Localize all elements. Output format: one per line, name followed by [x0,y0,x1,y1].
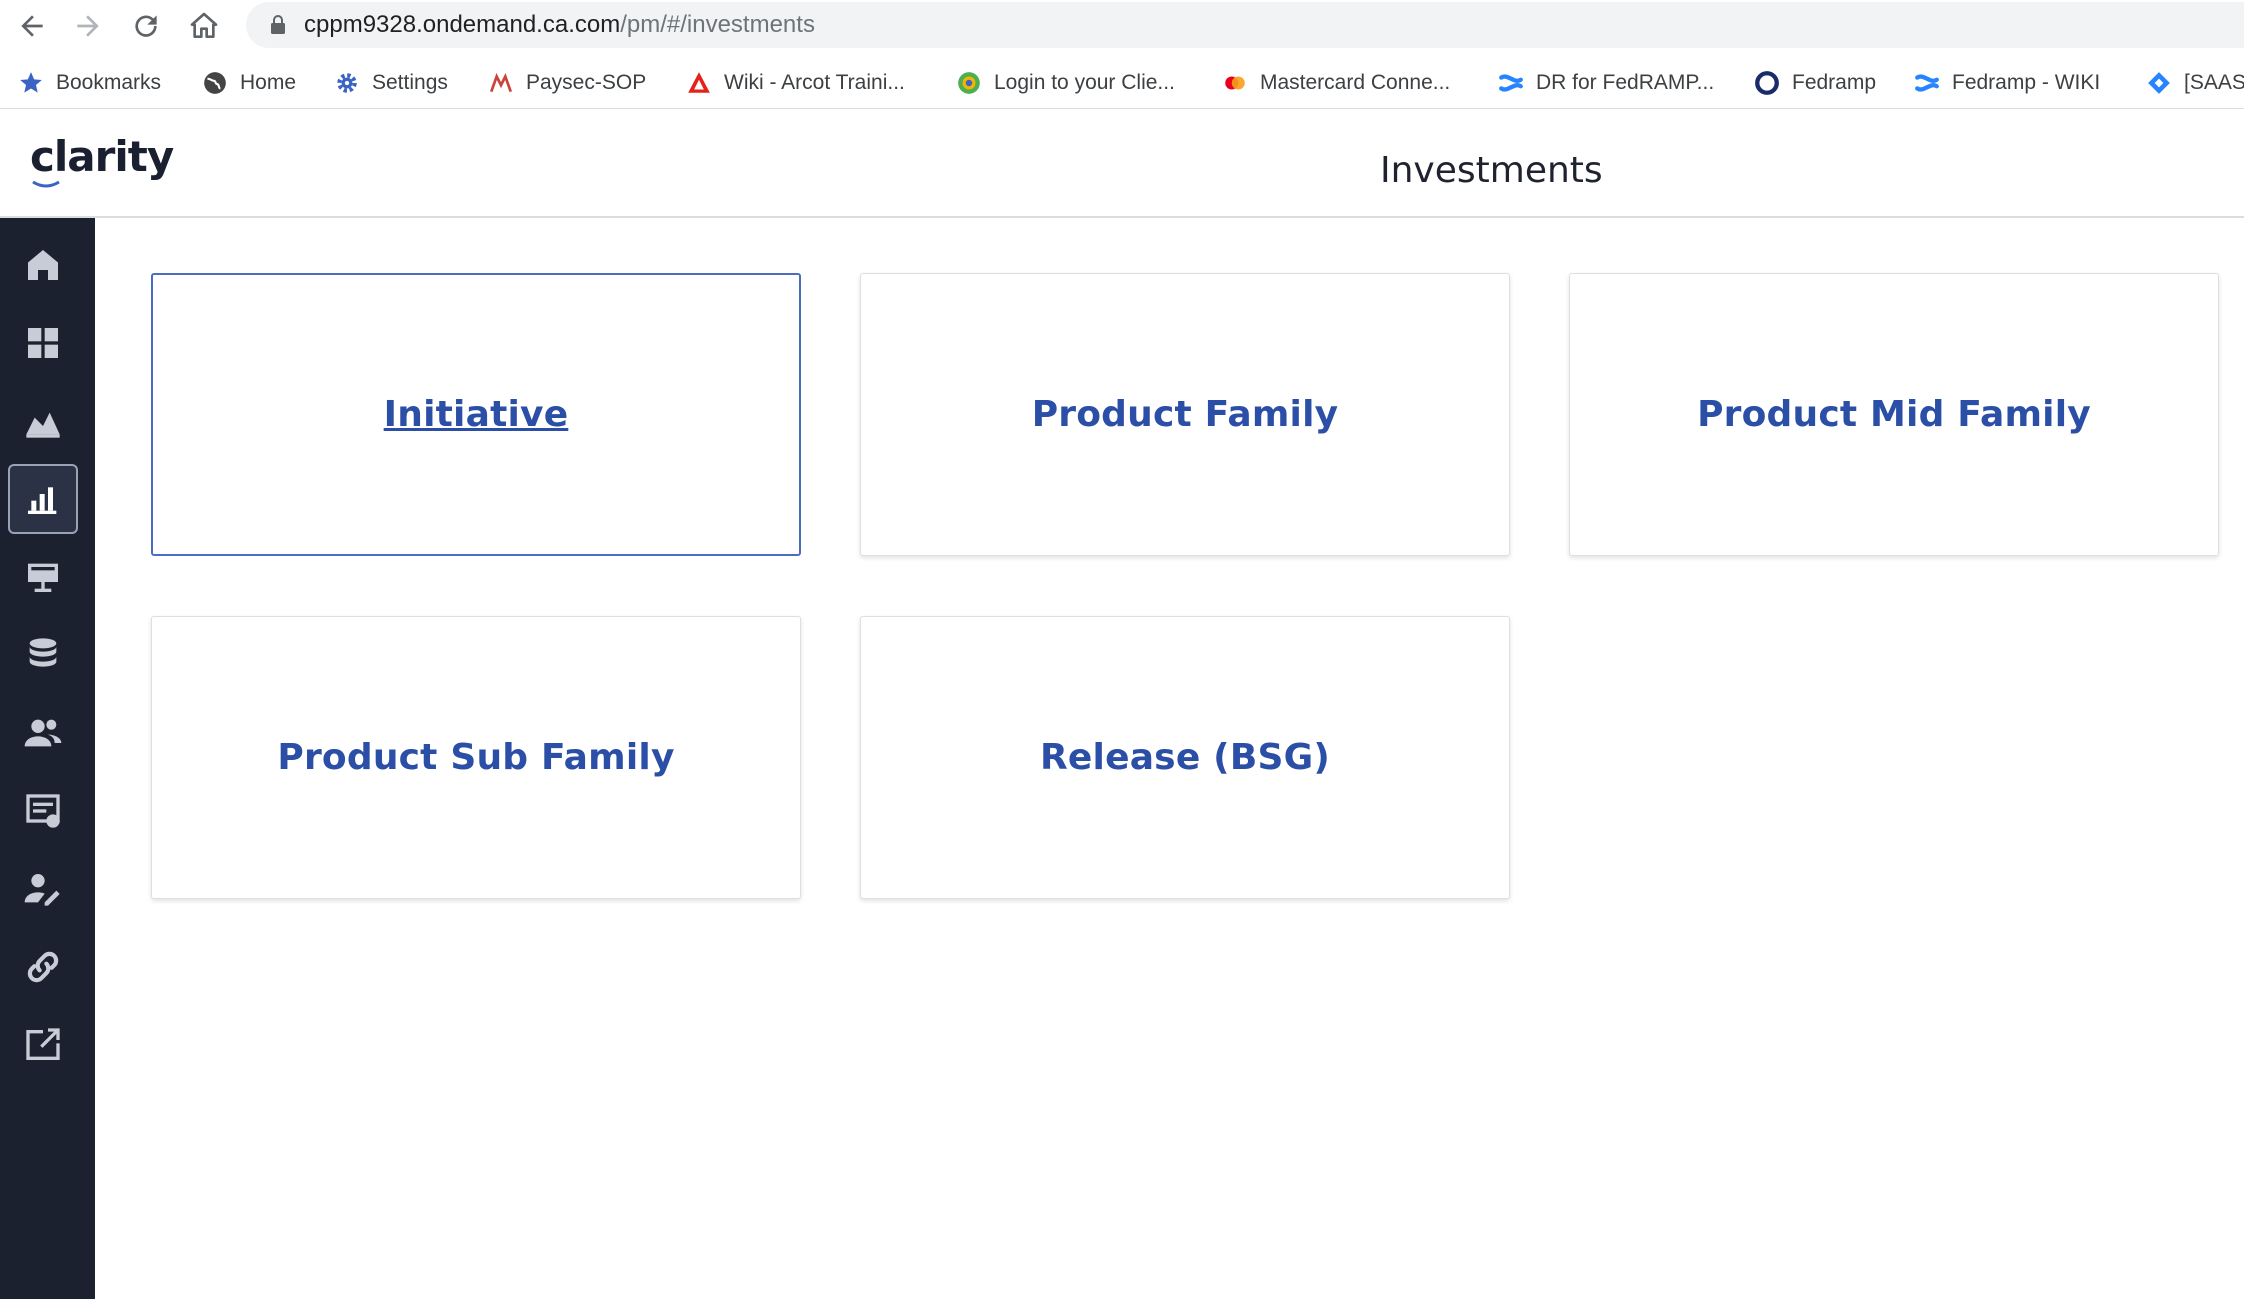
app-header: clarity Investments [0,116,2244,218]
logo-swoosh-icon [32,180,60,188]
card-product-family[interactable]: Product Family [860,273,1510,556]
globe-icon [204,72,226,94]
sidebar-item-resources[interactable] [8,698,78,768]
address-bar[interactable]: cppm9328.ondemand.ca.com/pm/#/investment… [246,2,2244,48]
bookmark-settings[interactable]: Settings [334,64,448,102]
sidebar-item-data[interactable] [8,620,78,690]
bookmark-label: Bookmarks [56,71,162,94]
bookmark-login-client[interactable]: Login to your Clie... [956,64,1175,102]
card-product-sub-family[interactable]: Product Sub Family [151,616,801,899]
bookmark-home[interactable]: Home [202,64,296,102]
lock-icon [271,15,285,34]
reload-icon [135,15,157,37]
sidebar-item-dashboards[interactable] [8,308,78,378]
card-initiative[interactable]: Initiative [151,273,801,556]
jira-icon [2148,72,2170,94]
sidebar-item-links[interactable] [8,932,78,1002]
confluence-icon [1915,74,1939,92]
bookmark-label: [SAAS [2184,71,2244,94]
sidebar-item-classic[interactable] [8,1010,78,1080]
bookmark-label: DR for FedRAMP... [1536,71,1715,94]
bookmark-label: Login to your Clie... [994,71,1175,94]
page-title: Investments [1380,150,1603,191]
bookmark-label: Wiki - Arcot Traini... [724,71,905,94]
people-icon [24,719,62,747]
star-icon [20,72,42,93]
confluence-icon [1499,74,1523,92]
card-label: Initiative [383,394,569,435]
database-icon [29,638,57,667]
fedramp-icon [1755,71,1779,95]
back-button[interactable] [12,6,52,46]
bookmark-fedramp-wiki[interactable]: Fedramp - WIKI [1914,64,2100,102]
app-logo[interactable]: clarity [30,132,174,188]
dashboard-grid-icon [28,328,58,358]
bookmark-wiki-arcot[interactable]: Wiki - Arcot Traini... [686,64,905,102]
card-label: Release (BSG) [1040,737,1330,778]
card-label: Product Family [1031,394,1339,435]
card-label: Product Sub Family [277,737,675,778]
bookmark-label: Paysec-SOP [526,71,647,94]
list-document-icon [26,794,60,828]
sidebar-item-investments[interactable] [8,464,78,534]
investments-grid: Initiative Product Family Product Mid Fa… [95,218,2244,1299]
url-text: cppm9328.ondemand.ca.com/pm/#/investment… [304,2,815,48]
card-release-bsg[interactable]: Release (BSG) [860,616,1510,899]
browser-toolbar: cppm9328.ondemand.ca.com/pm/#/investment… [0,0,2244,52]
reload-button[interactable] [126,6,166,46]
bar-chart-icon [28,487,57,514]
bookmark-label: Home [240,71,297,94]
home-button[interactable] [184,6,224,46]
bookmark-label: Fedramp [1792,71,1877,94]
bookmark-paysec-sop[interactable]: Paysec-SOP [488,64,646,102]
bookmarks-bar: Bookmarks Home Settings Paysec-SOP Wiki … [0,58,2244,109]
card-label: Product Mid Family [1697,394,2091,435]
bookmark-saas[interactable]: [SAAS [2146,64,2244,102]
bookmark-mastercard[interactable]: Mastercard Conne... [1222,64,1450,102]
sidebar-item-timesheets[interactable] [8,776,78,846]
bookmark-label: Fedramp - WIKI [1952,71,2101,94]
arrow-left-icon [21,15,43,37]
area-chart-icon [26,412,60,438]
paysec-icon [489,73,513,93]
bookmark-dr-fedramp[interactable]: DR for FedRAMP... [1498,64,1714,102]
wiki-icon [688,72,710,93]
url-path: /pm/#/investments [620,11,815,38]
mastercard-icon [1225,76,1245,90]
logo-text: clarity [30,132,174,181]
home-icon [28,250,58,280]
bookmark-label: Mastercard Conne... [1260,71,1451,94]
sidebar-item-home[interactable] [8,230,78,300]
bookmark-fedramp[interactable]: Fedramp [1754,64,1876,102]
client-login-icon [958,72,980,94]
bookmark-label: Settings [372,71,448,94]
sidebar-item-administration[interactable] [8,854,78,924]
arrow-right-icon [77,15,99,37]
home-outline-icon [190,12,218,38]
url-host: cppm9328.ondemand.ca.com [304,11,621,38]
sidebar-nav [0,218,95,1299]
sidebar-item-presentations[interactable] [8,542,78,612]
sidebar-item-analytics[interactable] [8,386,78,456]
forward-button[interactable] [68,6,108,46]
external-open-icon [26,1028,60,1060]
card-product-mid-family[interactable]: Product Mid Family [1569,273,2219,556]
person-edit-icon [24,874,60,906]
bookmark-bookmarks[interactable]: Bookmarks [18,64,161,102]
gear-icon [337,73,357,93]
monitor-icon [28,563,58,592]
link-icon [27,951,59,983]
